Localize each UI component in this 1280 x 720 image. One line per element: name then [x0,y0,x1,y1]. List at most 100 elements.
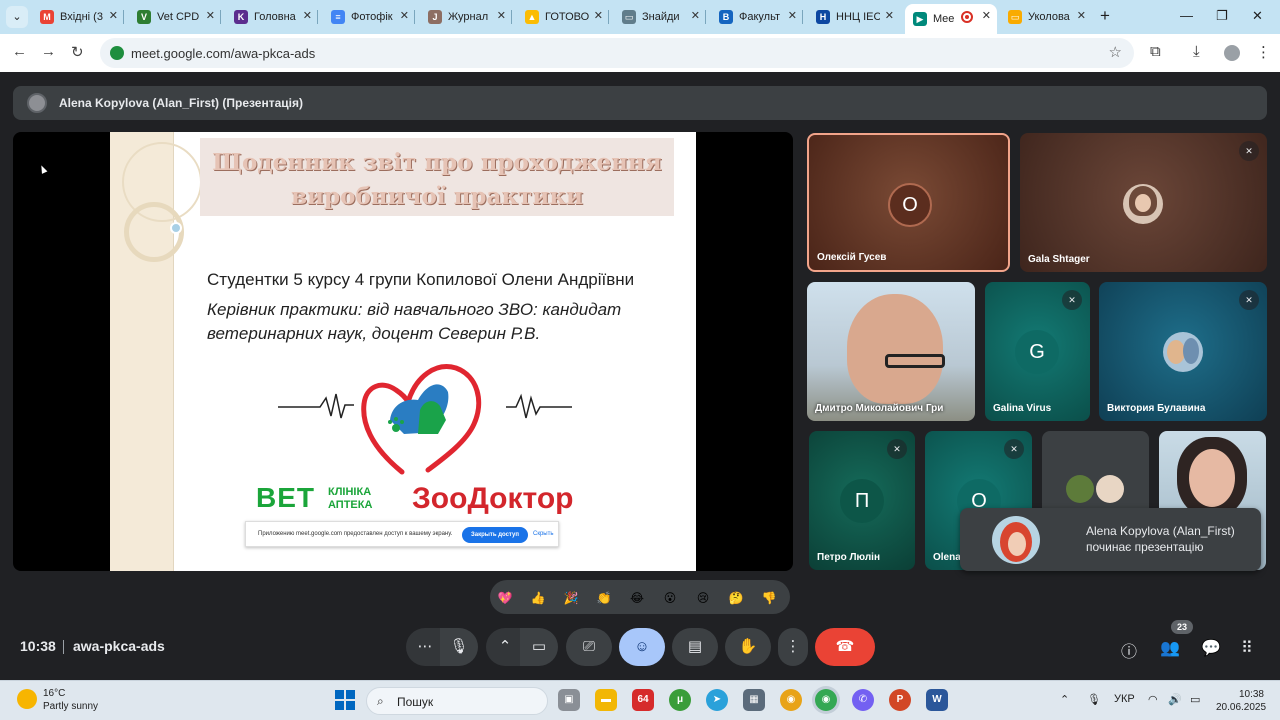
close-icon[interactable]: ✕ [303,9,312,22]
profile-avatar-icon[interactable] [1224,45,1240,61]
close-icon[interactable]: ✕ [788,9,797,22]
powerpoint-icon[interactable]: P [889,689,911,711]
download-icon[interactable]: ⤓ [1193,43,1200,60]
save-disk-icon[interactable]: ▦ [743,689,765,711]
vet-cpd-icon: V [137,10,151,24]
participant-tile[interactable]: Дмитро Миколайович Гри [807,282,975,421]
meeting-info-icon[interactable]: ⓘ [1121,638,1137,662]
close-icon[interactable]: ✕ [497,9,506,22]
tray-overflow-chevron-icon[interactable]: ⌃ [1060,693,1069,706]
raise-hand-icon[interactable]: ✋ [725,628,771,666]
participant-tile[interactable]: ✕ П Петро Люлін [809,431,915,570]
taskbar-clock[interactable]: 10:38 20.06.2025 [1216,688,1266,714]
site-info-icon[interactable] [110,46,124,60]
site-icon: K [234,10,248,24]
stop-sharing-button[interactable]: Закрыть доступ [462,527,528,543]
brand-zoodoctor: ЗооДоктор [412,482,574,515]
presentation-header: Alena Kopylova (Alan_First) (Презентація… [13,86,1267,120]
muted-mic-icon: ✕ [1004,439,1024,459]
url-text[interactable]: meet.google.com/awa-pkca-ads [131,46,315,61]
task-view-icon[interactable]: ▣ [558,689,580,711]
tab-institute[interactable]: Н ННЦ ІЕС ✕ [808,4,900,30]
telegram-icon[interactable]: ➤ [706,689,728,711]
utorrent-icon[interactable]: μ [669,689,691,711]
participant-tile[interactable]: ✕ G Galina Virus [985,282,1090,421]
close-icon[interactable]: ✕ [594,9,603,22]
close-icon[interactable]: ✕ [691,9,700,22]
camera-icon[interactable]: ▭ [520,628,558,666]
tab-vet-cpd[interactable]: V Vet CPD ✕ [129,4,221,30]
reaction-surprised-icon[interactable]: 😮 [659,587,681,609]
tab-find[interactable]: ▭ Знайди ✕ [614,4,706,30]
weather-sun-icon[interactable] [17,689,37,709]
reaction-thumbs-up-icon[interactable]: 👍 [527,587,549,609]
close-icon[interactable]: ✕ [109,9,118,22]
restore-icon[interactable]: ❐ [1216,8,1228,24]
reaction-sad-icon[interactable]: 😢 [692,587,714,609]
audio-options-icon[interactable]: ⋯ [406,628,444,666]
activities-grid-icon[interactable]: ⠿ [1241,638,1253,658]
tab-faculty[interactable]: B Факульт ✕ [711,4,803,30]
tab-journal[interactable]: J Журнал ✕ [420,4,512,30]
chrome-profile-icon[interactable]: ◉ [780,689,802,711]
back-icon[interactable]: ← [12,43,27,60]
reload-icon[interactable]: ↻ [71,43,84,61]
people-icon[interactable]: 👥 [1160,638,1180,658]
close-icon[interactable]: ✕ [982,9,991,22]
reaction-sparkling-heart-icon[interactable]: 💖 [494,587,516,609]
weather-temperature[interactable]: 16°C [43,688,65,699]
window-close-icon[interactable]: ✕ [1252,8,1263,24]
tab-holovna[interactable]: K Головна ✕ [226,4,318,30]
extensions-icon[interactable]: ⧉ [1150,43,1161,60]
presentation-stage[interactable]: Щоденник звіт про проходження виробничої… [13,132,793,571]
reaction-thumbs-down-icon[interactable]: 👎 [758,587,780,609]
word-icon[interactable]: W [926,689,948,711]
reaction-laugh-icon[interactable]: 😂 [626,587,648,609]
reaction-party-popper-icon[interactable]: 🎉 [560,587,582,609]
taskbar-search[interactable]: ⌕ Пошук [366,687,548,715]
tab-drive[interactable]: ▲ ГОТОВО ✕ [517,4,609,30]
forward-icon[interactable]: → [41,43,56,60]
keyboard-language[interactable]: УКР [1114,693,1135,705]
address-bar[interactable]: meet.google.com/awa-pkca-ads ☆ [100,38,1134,68]
file-explorer-icon[interactable]: ▬ [595,689,617,711]
new-tab-icon[interactable]: + [1100,6,1110,26]
tab-gmail[interactable]: M Вхідні (3 ✕ [32,4,124,30]
participant-tile[interactable]: О Олексій Гусев [807,133,1010,272]
chrome-icon[interactable]: ◉ [815,689,837,711]
tab-slides[interactable]: ▭ Уколова ✕ [1000,4,1092,30]
participant-tile[interactable]: ✕ Gala Shtager [1020,133,1267,272]
close-icon[interactable]: ✕ [1077,9,1086,22]
participant-tile[interactable]: ✕ Виктория Булавина [1099,282,1267,421]
present-screen-icon[interactable]: ⎚ [566,628,612,666]
windows-start-icon[interactable] [335,690,355,710]
volume-icon[interactable]: 🔊 [1168,693,1182,706]
reaction-thinking-icon[interactable]: 🤔 [725,587,747,609]
battery-icon[interactable]: ▭ [1190,693,1200,706]
close-icon[interactable]: ✕ [206,9,215,22]
tray-microphone-icon[interactable]: 🎙 [1087,693,1101,706]
tab-search-chevron-icon[interactable]: ⌄ [6,6,28,28]
bookmark-star-icon[interactable]: ☆ [1109,43,1122,61]
faculty-icon: B [719,10,733,24]
tab-docs[interactable]: ≡ Фотофік ✕ [323,4,415,30]
close-icon[interactable]: ✕ [400,9,409,22]
close-icon[interactable]: ✕ [885,9,894,22]
more-options-icon[interactable]: ⋮ [778,628,808,666]
microphone-icon[interactable]: 🎙 [440,628,478,666]
tab-meet-active[interactable]: ▶ Mee ✕ [905,4,997,34]
participant-name: Петро Люлін [817,552,880,563]
emoji-reactions-icon[interactable]: ☺ [619,628,665,666]
app-64-icon[interactable]: 64 [632,689,654,711]
wifi-icon[interactable]: ◠ [1148,693,1158,706]
end-call-icon[interactable]: ☎ [815,628,875,666]
weather-summary[interactable]: Partly sunny [43,701,98,712]
chat-icon[interactable]: 💬 [1201,638,1221,658]
browser-menu-icon[interactable]: ⋮ [1256,43,1271,61]
video-options-chevron-up-icon[interactable]: ⌃ [486,628,524,666]
minimize-icon[interactable]: — [1180,8,1193,23]
viber-icon[interactable]: ✆ [852,689,874,711]
hide-share-bar-link[interactable]: Скрыть [533,531,553,537]
reaction-clap-icon[interactable]: 👏 [593,587,615,609]
captions-icon[interactable]: ▤ [672,628,718,666]
